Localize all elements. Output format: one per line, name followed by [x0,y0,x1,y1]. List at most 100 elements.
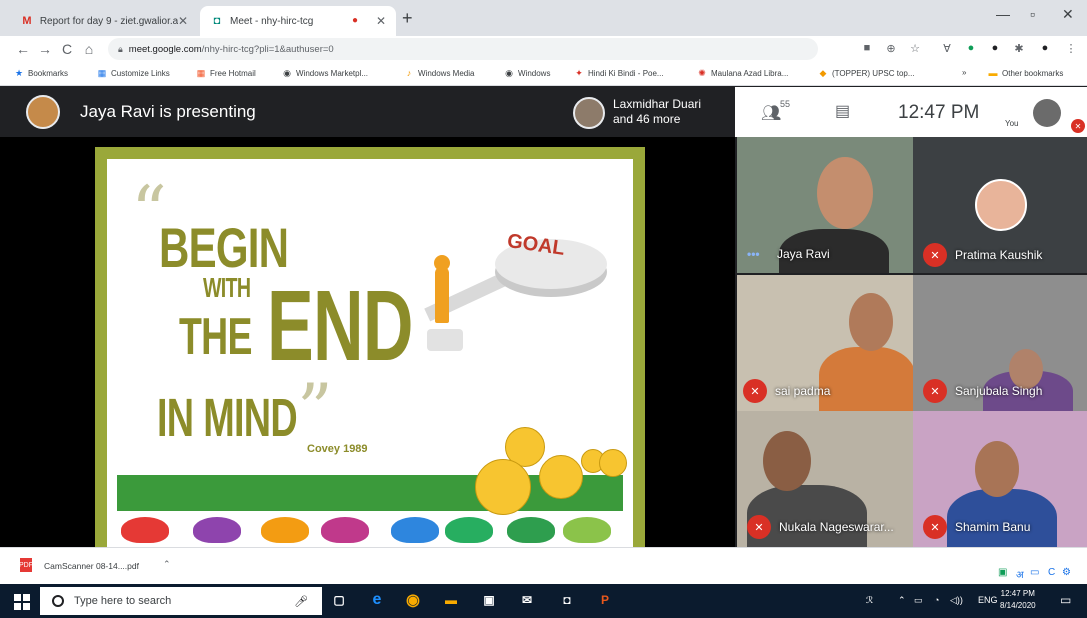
task-view-icon[interactable]: ▢ [330,591,348,609]
menu-kebab-icon[interactable]: ⋮ [1064,41,1078,55]
profile-avatar-icon[interactable]: ● [1038,41,1052,55]
bookmark-windows-marketplace[interactable]: ◉ Windows Marketpl... [282,68,368,78]
volume-icon[interactable]: ◁)) [950,595,963,606]
chevron-up-icon[interactable]: ⌃ [163,559,171,570]
participant-tile[interactable]: ✕ Shamim Banu [913,411,1087,547]
participant-tile[interactable]: ••• Jaya Ravi [737,137,913,273]
store-icon[interactable]: ▣ [480,591,498,609]
mic-off-icon: ✕ [923,379,947,403]
bookmark-label: Bookmarks [28,68,69,78]
close-window-button[interactable]: ✕ [1062,6,1074,23]
participant-tile[interactable]: ✕ sai padma [737,275,913,411]
slide-line-with: WITH [203,272,251,303]
reload-icon[interactable]: C [56,41,78,57]
network-icon[interactable]: ◔ [934,595,939,605]
camera-icon[interactable]: ■ [860,41,874,55]
close-tab-icon[interactable]: ✕ [376,14,386,28]
bookmark-windows[interactable]: ◉ Windows [504,68,550,78]
sad-face-illustration [539,455,583,499]
globe-icon: ◉ [283,67,291,78]
forward-icon[interactable]: → [34,41,56,57]
more-participants-name: Laxmidhar Duari [613,97,702,111]
hindi-input-icon[interactable]: अ [1016,567,1024,581]
taskbar-search[interactable]: Type here to search 🎤︎ [40,587,322,615]
people-tray-icon[interactable]: ℛ [866,595,873,606]
battery-icon[interactable]: ▭ [914,595,923,606]
address-bar[interactable]: 🔒︎ meet.google.com /nhy-hirc-tcg?pli=1&a… [108,38,818,60]
presenter-bar: Jaya Ravi is presenting Laxmidhar Duari … [0,87,735,137]
site-icon: ✦ [575,67,583,78]
edge-icon[interactable]: e [368,591,386,609]
windows-logo-icon: ▦ [196,67,206,78]
chrome-icon[interactable]: ◉ [404,591,422,609]
bookmarks-overflow[interactable]: » [962,68,966,77]
back-icon[interactable]: ← [12,41,34,57]
monster-illustration [321,517,369,543]
chevron-up-icon[interactable]: ⌃ [898,595,906,606]
bookmark-bookmarks[interactable]: ★ Bookmarks [14,68,68,78]
notifications-icon[interactable]: ▭ [1060,593,1071,607]
download-filename[interactable]: CamScanner 08-14....pdf [44,561,139,571]
maximize-button[interactable]: ▫ [1030,6,1035,22]
bookmark-hindi-ki-bindi[interactable]: ✦ Hindi Ki Bindi - Poe... [574,67,663,78]
people-icon[interactable]: 👥︎ [761,103,781,123]
grid-icon: ▦ [97,67,107,78]
windows-start-icon[interactable] [14,594,30,610]
input-mode-icon[interactable]: ▭ [1030,567,1039,578]
powerpoint-icon[interactable]: P [596,591,614,609]
taskbar-clock[interactable]: 12:47 PM 8/14/2020 [1000,588,1036,612]
participant-name: Sanjubala Singh [955,384,1043,398]
mic-off-icon: ✕ [743,379,767,403]
gear-icon[interactable]: ⚙ [1062,567,1071,578]
bookmark-other[interactable]: ▬ Other bookmarks [988,68,1064,78]
camera-app-icon[interactable]: ◘ [558,591,576,609]
participant-video [975,441,1019,497]
extension-dark-icon[interactable]: ● [988,41,1002,55]
slide-line-end: END [267,270,413,382]
bookmark-free-hotmail[interactable]: ▦ Free Hotmail [196,68,256,78]
close-tab-icon[interactable]: ✕ [178,14,188,28]
extension-v-icon[interactable]: ∀ [940,41,954,55]
participant-video [763,431,811,491]
taskbar-date: 8/14/2020 [1000,601,1036,610]
file-explorer-icon[interactable]: ▬ [442,591,460,609]
keyboard-language-icon[interactable]: ENG [978,595,998,605]
participant-avatar [975,179,1027,231]
lock-icon: 🔒︎ [118,43,123,54]
chat-icon[interactable]: ▤ [835,101,850,121]
extension-green-icon[interactable]: ● [964,41,978,55]
bookmark-label: Windows [518,68,551,78]
tab-gmail-report[interactable]: M Report for day 9 - ziet.gwalior.ac ✕ [10,6,198,36]
extensions-puzzle-icon[interactable]: ✱ [1012,41,1026,55]
bookmarks-bar: ★ Bookmarks ▦ Customize Links ▦ Free Hotmai… [0,62,1087,86]
tab-meet[interactable]: ◘ Meet - nhy-hirc-tcg ● ✕ [200,6,396,36]
participant-name: Jaya Ravi [777,247,830,261]
bookmark-topper-upsc[interactable]: ◆ (TOPPER) UPSC top... [818,68,915,78]
bookmark-maulana-azad[interactable]: ✺ Maulana Azad Libra... [697,68,788,78]
participant-avatar [573,97,605,129]
star-icon[interactable]: ☆ [908,41,922,55]
mail-icon[interactable]: ✉ [518,591,536,609]
bookmark-customize-links[interactable]: ▦ Customize Links [97,68,170,78]
home-icon[interactable]: ⌂ [78,41,100,57]
zoom-icon[interactable]: ⊕ [884,41,898,55]
microphone-icon[interactable]: 🎤︎ [294,595,308,608]
bookmark-windows-media[interactable]: ♪ Windows Media [404,68,475,78]
tab-meet-label: Meet - nhy-hirc-tcg [230,15,314,27]
more-participants[interactable]: Laxmidhar Duari and 46 more [613,97,701,127]
participant-tile[interactable]: ✕ Sanjubala Singh [913,275,1087,411]
participant-name: sai padma [775,384,831,398]
participant-name: Nukala Nageswarar... [779,520,894,534]
ime-c-icon[interactable]: C [1048,567,1055,578]
bookmark-label: Customize Links [111,68,170,78]
meet-top-controls: 👥︎ 55 ▤ 12:47 PM You ✕ [735,87,1087,137]
minimize-button[interactable]: — [996,6,1010,22]
self-avatar[interactable] [1033,99,1061,127]
mic-off-icon: ✕ [923,243,947,267]
keyboard-icon[interactable]: ▣ [998,567,1007,578]
slide-credit: Covey 1989 [307,443,368,455]
monster-illustration [261,517,309,543]
participant-tile[interactable]: ✕ Nukala Nageswarar... [737,411,913,547]
participant-tile[interactable]: ✕ Pratima Kaushik [913,137,1087,273]
new-tab-button[interactable]: + [402,8,413,29]
